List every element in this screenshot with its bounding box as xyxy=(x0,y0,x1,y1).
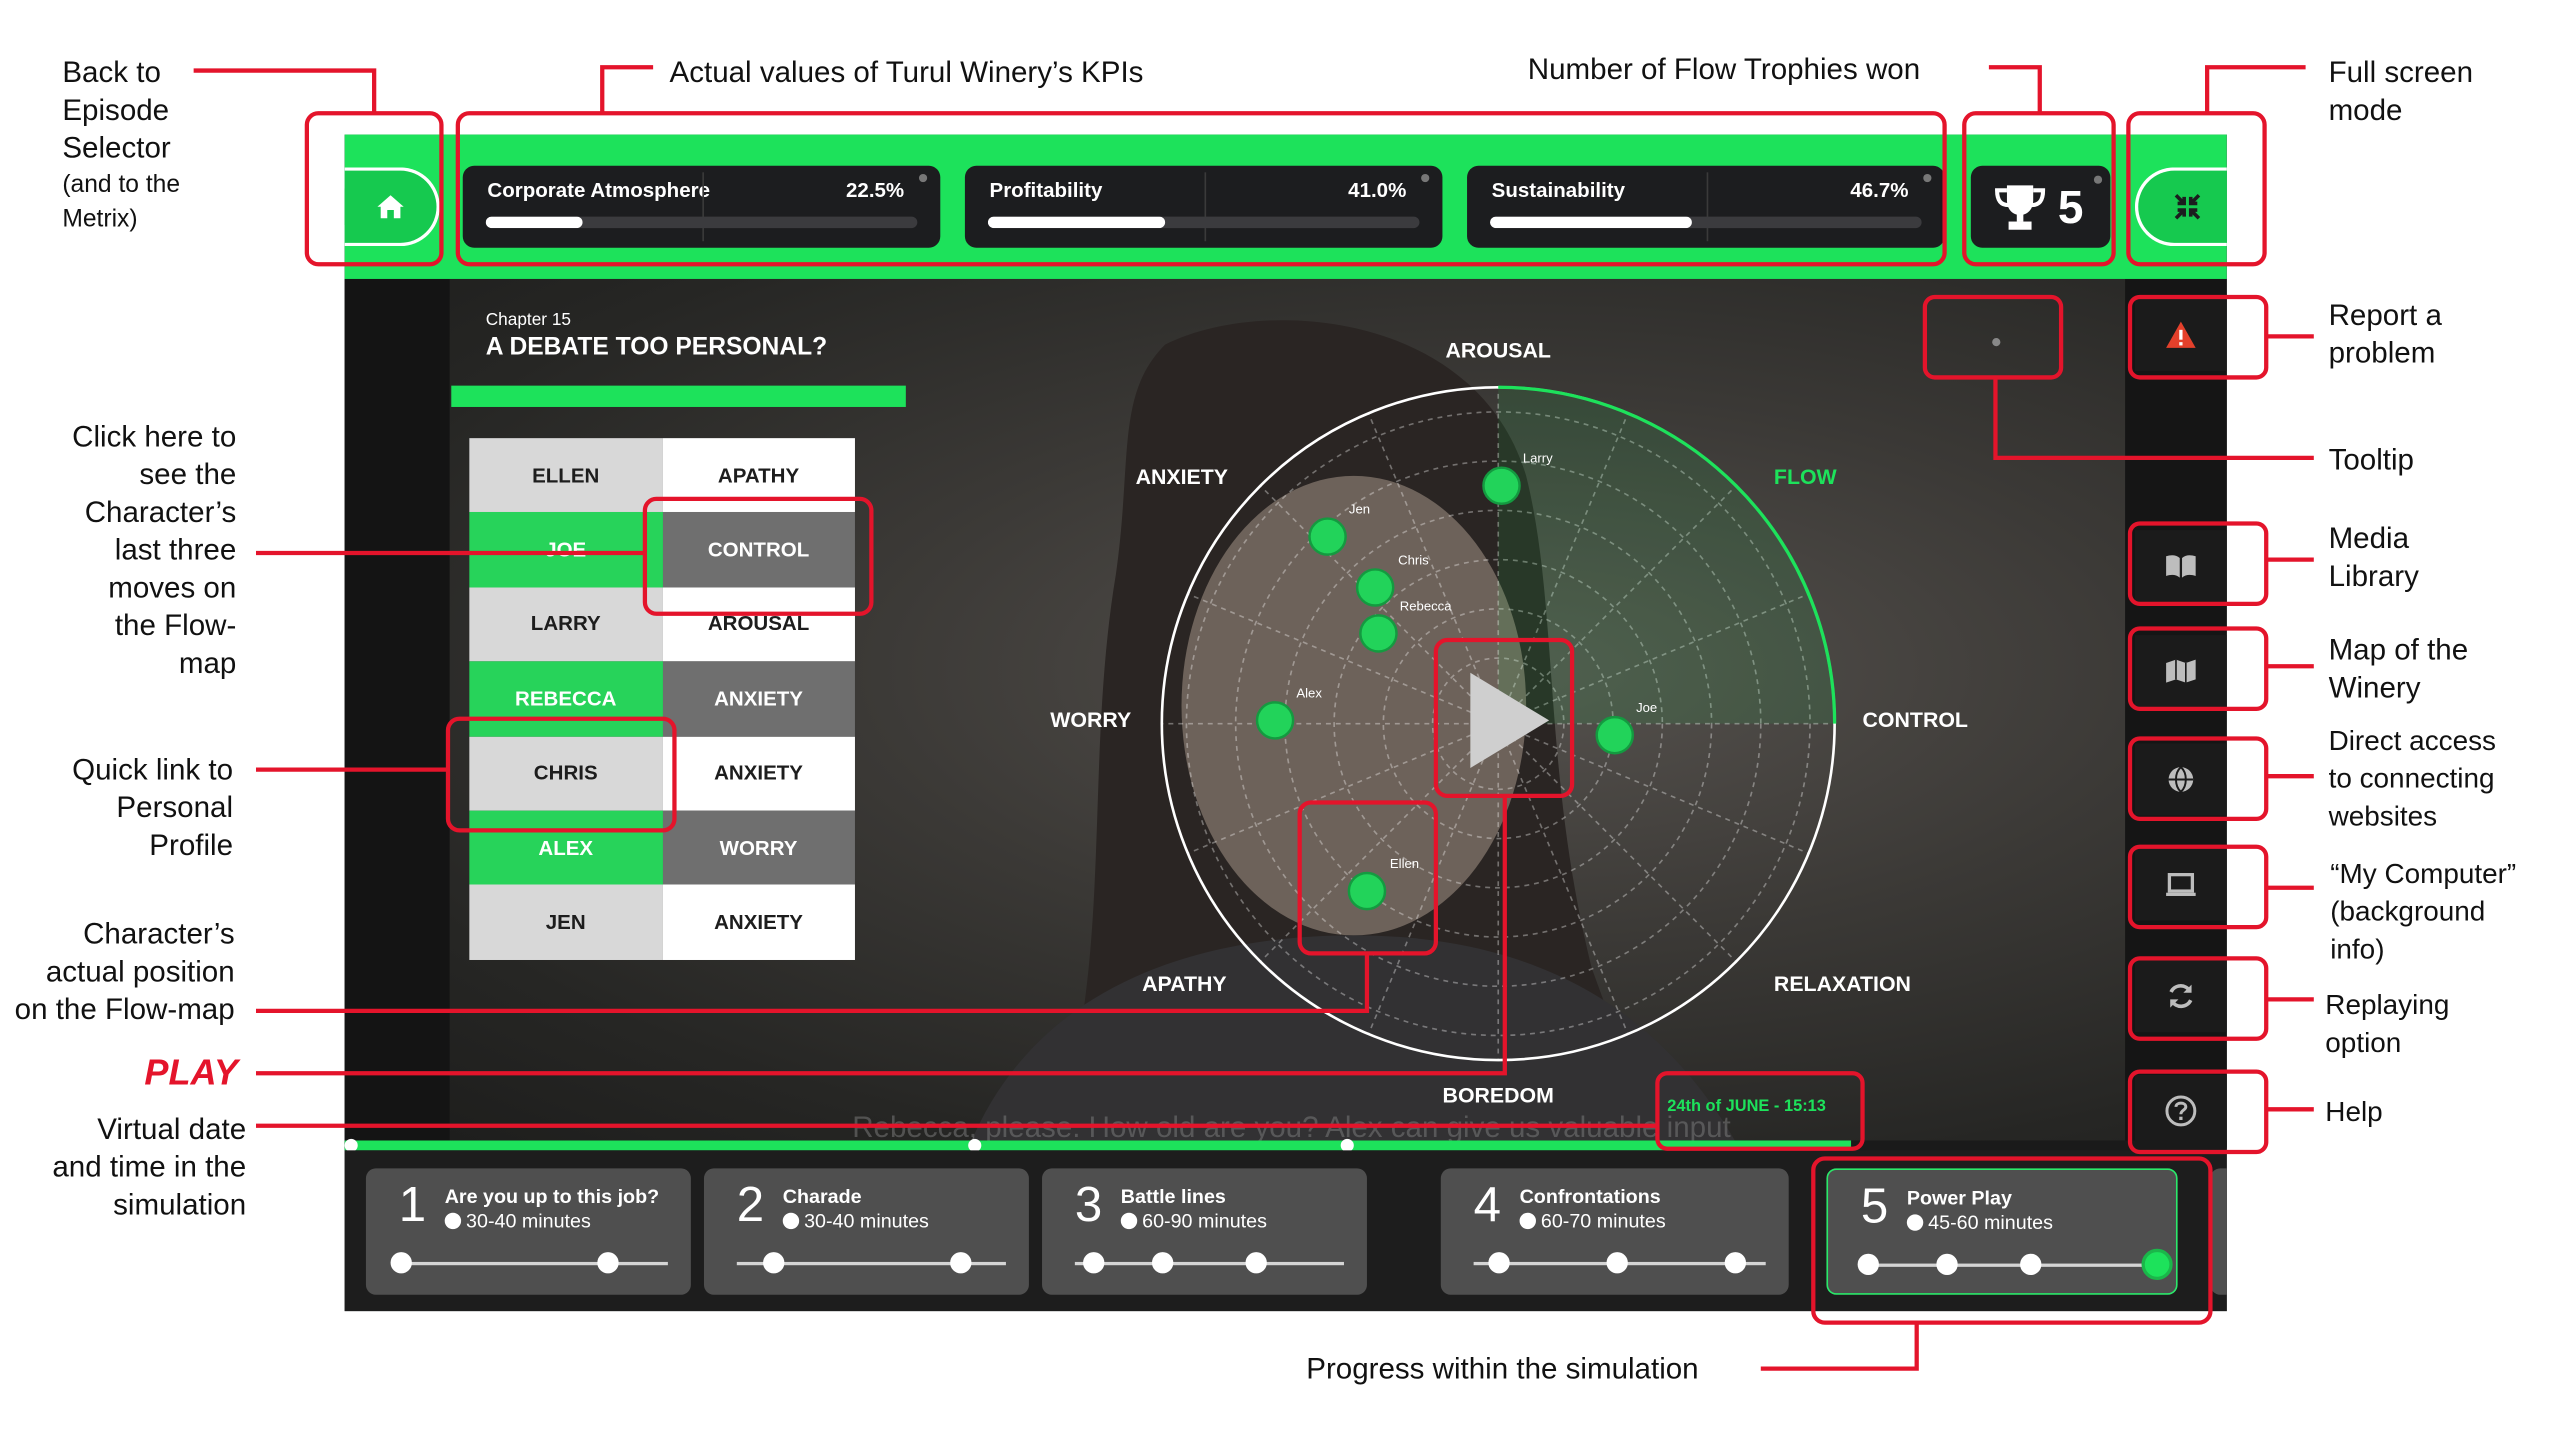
annotation-replay: Replaying option xyxy=(2325,989,2450,1059)
annotation-kpis: Actual values of Turul Winery’s KPIs xyxy=(669,55,1144,89)
annotation-progress: Progress within the simulation xyxy=(1306,1352,1699,1386)
annotation-media: Media Library xyxy=(2328,521,2419,593)
annotation-callouts xyxy=(193,65,2314,1371)
annotation-profile: Quick link to Personal Profile xyxy=(72,753,234,862)
annotation-position: Character’s actual position on the Flow-… xyxy=(14,917,235,1026)
annotation-report: Report a problem xyxy=(2328,298,2442,370)
annotation-map: Map of the Winery xyxy=(2328,633,2469,704)
annotation-play: PLAY xyxy=(144,1051,239,1093)
annotation-back-to-selector: Back to Episode Selector (and to the Met… xyxy=(62,55,181,234)
annotated-screenshot: Corporate Atmosphere 22.5% Profitability… xyxy=(0,0,2560,1441)
annotation-fullscreen: Full screen mode xyxy=(2328,55,2474,127)
annotation-last-moves: Click here to see the Character’s last t… xyxy=(72,420,237,680)
annotation-websites: Direct access to connecting websites xyxy=(2328,725,2497,832)
annotation-tooltip: Tooltip xyxy=(2328,443,2414,476)
annotation-trophies: Number of Flow Trophies won xyxy=(1527,52,1921,86)
annotation-virtual-date: Virtual date and time in the simulation xyxy=(52,1112,247,1221)
annotation-my-computer: “My Computer” (background info) xyxy=(2330,858,2517,965)
annotation-help: Help xyxy=(2325,1096,2383,1128)
